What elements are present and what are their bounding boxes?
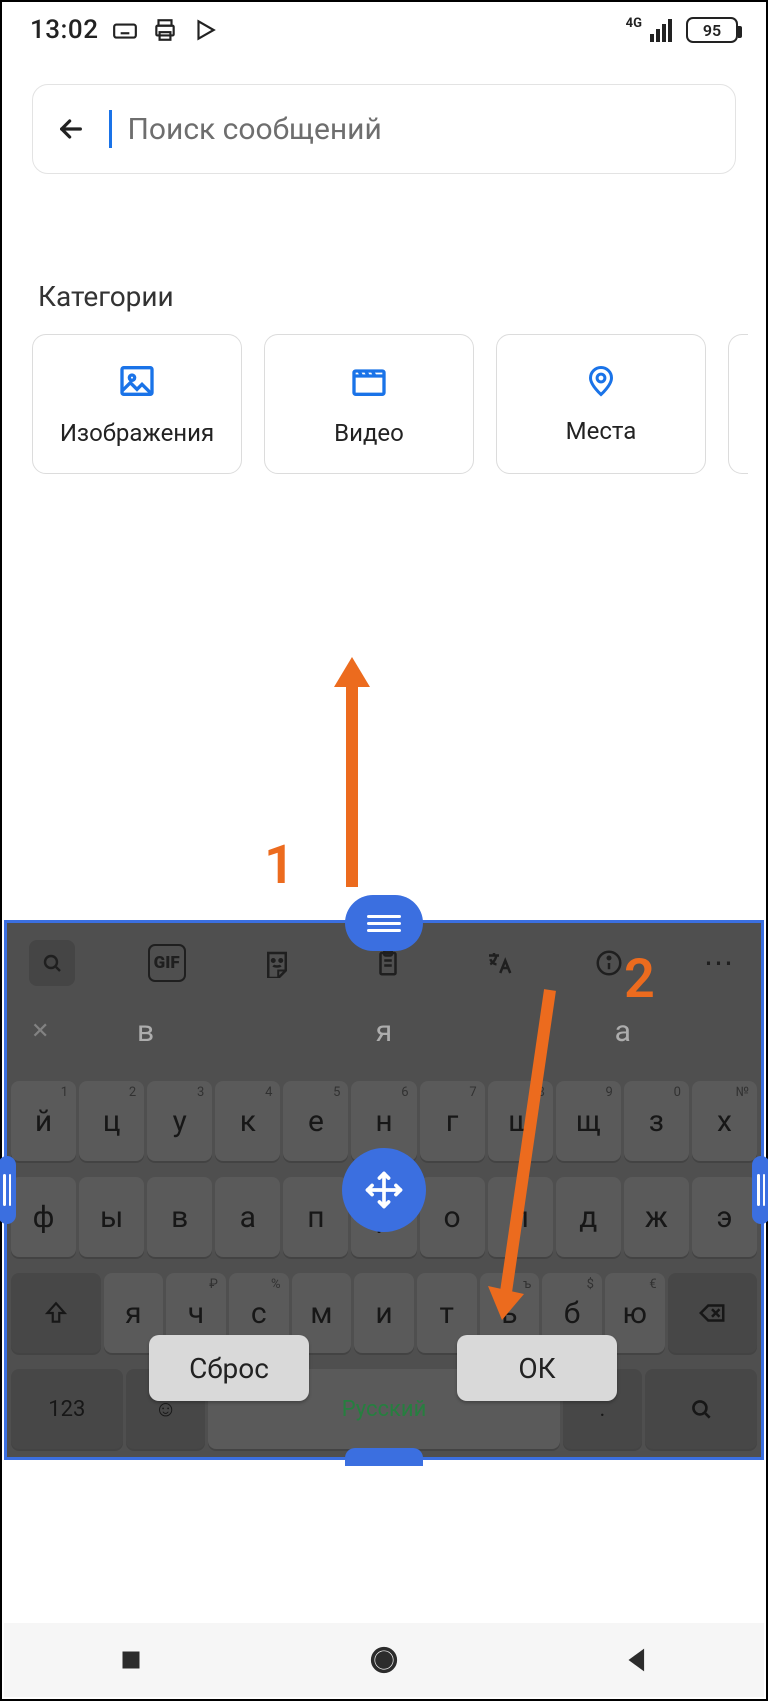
search-bar[interactable]: Поиск сообщений	[32, 84, 736, 174]
status-time: 13:02	[30, 15, 98, 45]
key[interactable]: а	[215, 1177, 280, 1258]
key[interactable]: д	[556, 1177, 621, 1258]
shift-key[interactable]	[11, 1273, 101, 1354]
back-arrow-icon[interactable]	[55, 113, 87, 145]
key[interactable]: э	[692, 1177, 757, 1258]
key[interactable]: ф	[11, 1177, 76, 1258]
key[interactable]: п	[283, 1177, 348, 1258]
keyboard-move-handle[interactable]	[342, 1148, 426, 1232]
system-nav-bar	[4, 1623, 764, 1697]
print-icon	[152, 17, 178, 43]
keyboard-icon	[112, 17, 138, 43]
kb-gif-icon[interactable]: GIF	[148, 944, 186, 982]
kb-info-icon[interactable]	[590, 944, 628, 982]
kb-translate-icon[interactable]	[480, 944, 518, 982]
video-icon	[349, 361, 389, 401]
key[interactable]: л	[488, 1177, 553, 1258]
numbers-key[interactable]: 123	[11, 1369, 123, 1450]
location-icon	[583, 363, 619, 399]
recent-apps-icon[interactable]	[114, 1643, 148, 1677]
key[interactable]: о	[420, 1177, 485, 1258]
category-card-places[interactable]: Места	[496, 334, 706, 474]
keyboard-resize-frame[interactable]: GIF ⋯ ✕ в я а 1й 2ц 3у 4к 5е 6н 7г 8ш 9щ…	[4, 920, 764, 1460]
signal-icon	[650, 19, 672, 42]
keyboard-ok-button[interactable]: ОК	[457, 1335, 617, 1401]
kb-search-icon[interactable]	[29, 940, 75, 986]
status-bar: 13:02 4G 95	[2, 2, 766, 58]
categories-heading: Категории	[38, 280, 174, 313]
category-card-images[interactable]: Изображения	[32, 334, 242, 474]
key[interactable]: 4к	[215, 1081, 280, 1162]
keyboard-keys: 1й 2ц 3у 4к 5е 6н 7г 8ш 9щ 0з №х ф ы в а…	[7, 1073, 761, 1457]
keyboard-handle-left[interactable]	[0, 1156, 16, 1224]
keyboard-suggestions: ✕ в я а	[7, 1005, 761, 1057]
key[interactable]: 9щ	[556, 1081, 621, 1162]
key-row-3: я ₽ч %с м и т ъь $б €ю	[7, 1265, 761, 1361]
category-label: Изображения	[60, 419, 214, 447]
key[interactable]: 3у	[147, 1081, 212, 1162]
kb-more-icon[interactable]: ⋯	[701, 944, 739, 982]
key[interactable]: в	[147, 1177, 212, 1258]
home-icon[interactable]	[367, 1643, 401, 1677]
keyboard-reset-button[interactable]: Сброс	[149, 1335, 309, 1401]
kb-sugg-3[interactable]: а	[615, 1014, 631, 1049]
category-cards[interactable]: Изображения Видео Места	[32, 334, 766, 474]
category-label: Видео	[334, 419, 404, 447]
search-placeholder: Поиск сообщений	[128, 112, 382, 147]
text-cursor	[109, 110, 112, 148]
key[interactable]: 5е	[283, 1081, 348, 1162]
keyboard-handle-top[interactable]	[345, 895, 423, 951]
key[interactable]: 7г	[420, 1081, 485, 1162]
key[interactable]: ж	[624, 1177, 689, 1258]
network-label: 4G	[626, 16, 642, 31]
battery-icon: 95	[686, 17, 738, 43]
play-icon	[192, 17, 218, 43]
key[interactable]: №х	[692, 1081, 757, 1162]
image-icon	[117, 361, 157, 401]
key[interactable]: ы	[79, 1177, 144, 1258]
keyboard-handle-bottom[interactable]	[345, 1448, 423, 1466]
annotation-number-1: 1	[264, 834, 295, 897]
back-icon[interactable]	[620, 1643, 654, 1677]
key-row-bottom: 123 ☺ Русский .	[7, 1361, 761, 1457]
key[interactable]: 8ш	[488, 1081, 553, 1162]
category-card-video[interactable]: Видео	[264, 334, 474, 474]
key[interactable]: и	[354, 1273, 414, 1354]
annotation-arrow-1	[332, 657, 372, 887]
category-label: Места	[566, 417, 637, 445]
kb-sugg-close[interactable]: ✕	[31, 1019, 49, 1044]
kb-sugg-2[interactable]: я	[376, 1014, 392, 1049]
keyboard-handle-right[interactable]	[752, 1156, 768, 1224]
key[interactable]: 1й	[11, 1081, 76, 1162]
key[interactable]: 2ц	[79, 1081, 144, 1162]
category-card-peek[interactable]	[728, 334, 748, 474]
key[interactable]: 0з	[624, 1081, 689, 1162]
backspace-key[interactable]	[668, 1273, 758, 1354]
search-enter-key[interactable]	[645, 1369, 757, 1450]
kb-sticker-icon[interactable]	[258, 944, 296, 982]
kb-sugg-1[interactable]: в	[137, 1014, 154, 1049]
